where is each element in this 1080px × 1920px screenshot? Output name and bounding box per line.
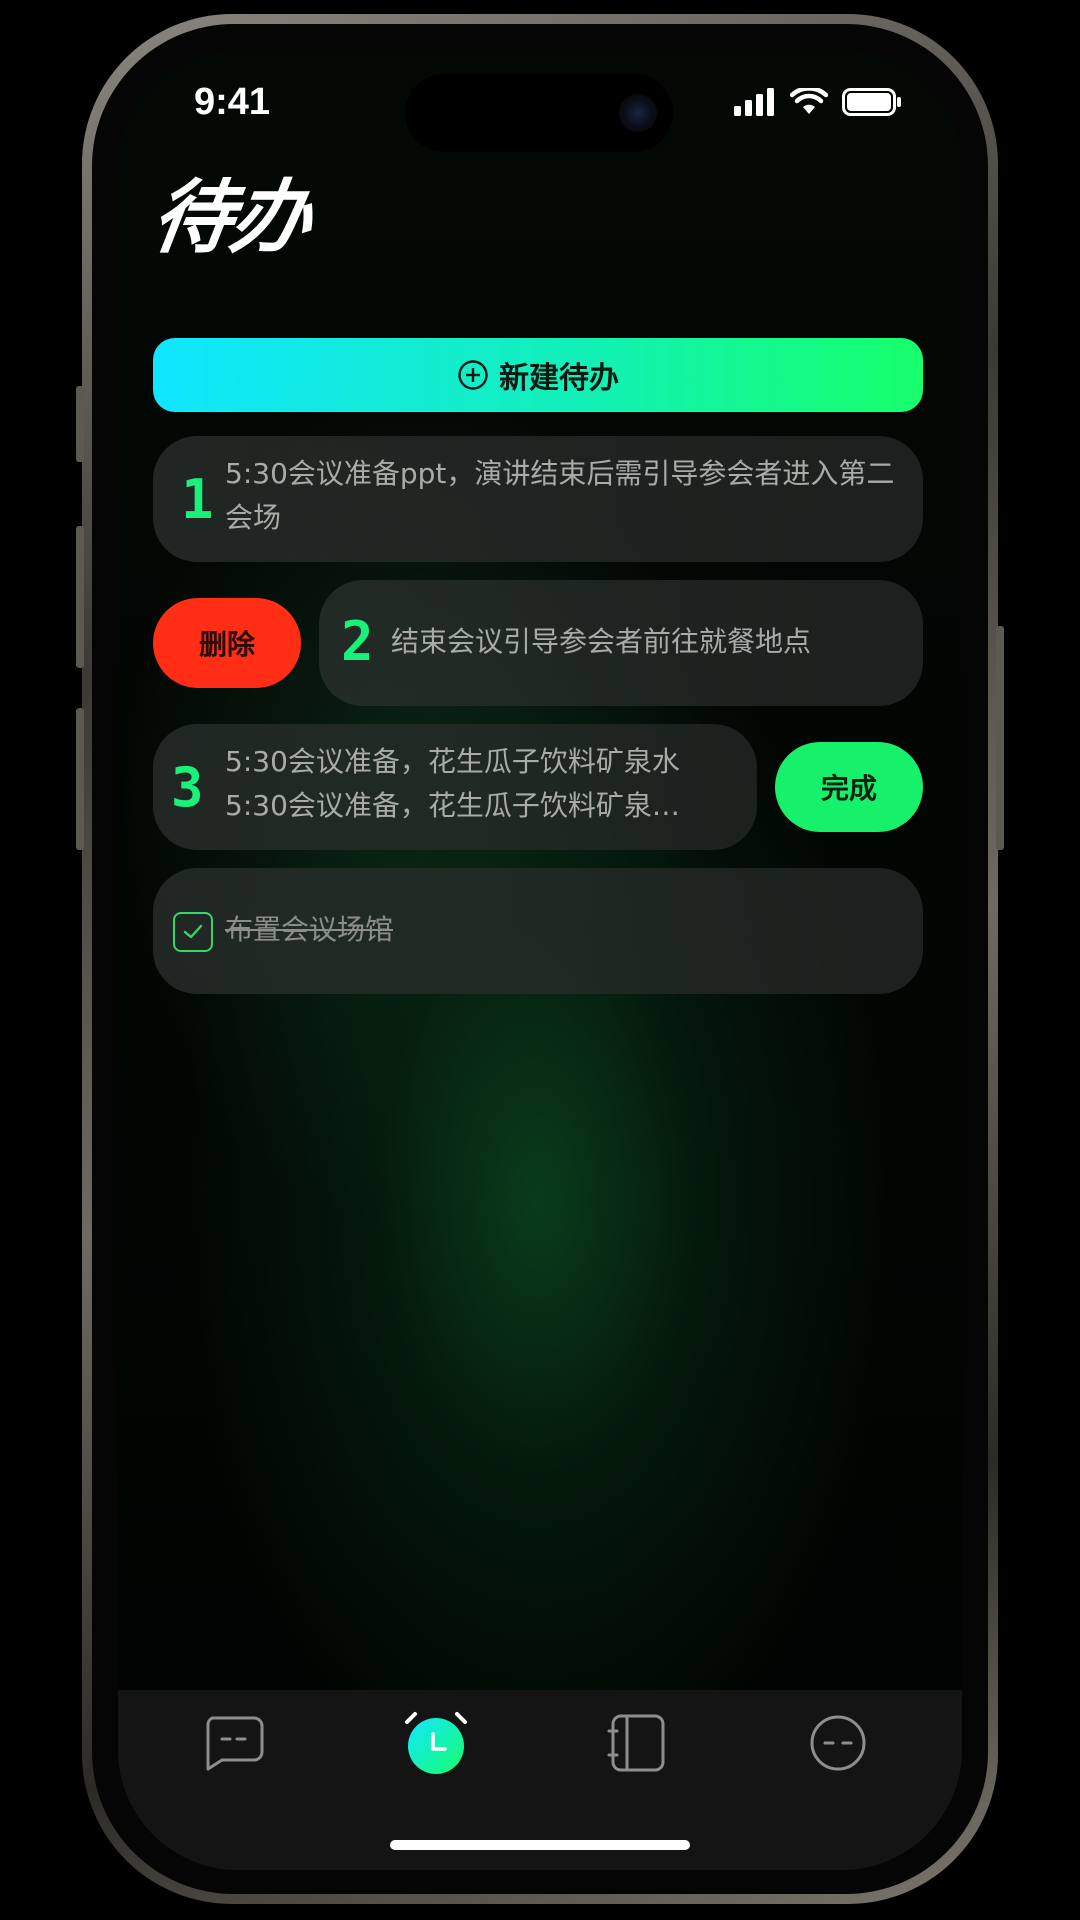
new-todo-label: 新建待办 <box>499 361 619 396</box>
volume-down-button <box>76 708 84 850</box>
stage: 9:41 待办 新建待办 1 5:30会议准备ppt，演讲结束后需引导参会者进入… <box>0 0 1080 1920</box>
complete-button[interactable]: 完成 <box>775 742 923 832</box>
dynamic-island <box>405 74 673 152</box>
power-button <box>996 626 1004 850</box>
face-icon <box>810 1715 866 1771</box>
todo-text: 布置会议场馆 <box>225 913 394 946</box>
todo-number: 2 <box>341 610 374 673</box>
cellular-signal-icon <box>734 88 774 116</box>
tab-profile[interactable] <box>803 1708 873 1778</box>
todo-number: 3 <box>171 756 204 819</box>
action-button <box>76 386 84 462</box>
page-title: 待办 <box>146 171 316 264</box>
screen: 9:41 待办 新建待办 1 5:30会议准备ppt，演讲结束后需引导参会者进入… <box>118 50 962 1870</box>
todo-item-1[interactable]: 1 5:30会议准备ppt，演讲结束后需引导参会者进入第二会场 <box>153 436 923 562</box>
todo-item-3[interactable]: 3 5:30会议准备，花生瓜子饮料矿泉水 5:30会议准备，花生瓜子饮料矿泉… <box>153 724 757 850</box>
volume-up-button <box>76 526 84 668</box>
notebook-icon <box>607 1714 665 1772</box>
todo-text: 结束会议引导参会者前往就餐地点 <box>391 625 812 658</box>
todo-item-2[interactable]: 2 结束会议引导参会者前往就餐地点 <box>319 580 923 706</box>
battery-icon <box>842 88 901 116</box>
front-camera-icon <box>619 94 657 132</box>
alarm-clock-icon <box>405 1712 467 1774</box>
todo-text-line-1: 5:30会议准备，花生瓜子饮料矿泉水 <box>225 745 680 778</box>
status-icons <box>734 86 902 118</box>
wifi-icon <box>790 88 828 114</box>
delete-button[interactable]: 删除 <box>153 598 301 688</box>
todo-text-line-2: 5:30会议准备，花生瓜子饮料矿泉… <box>225 789 680 822</box>
completed-checkbox[interactable] <box>173 912 213 952</box>
tab-notebook[interactable] <box>602 1708 672 1778</box>
todo-number: 1 <box>181 468 214 531</box>
todo-item-completed[interactable]: 布置会议场馆 <box>153 868 923 994</box>
status-time: 9:41 <box>194 81 271 123</box>
home-indicator[interactable] <box>390 1840 690 1850</box>
plus-circle-icon <box>458 360 488 390</box>
todo-text: 5:30会议准备，花生瓜子饮料矿泉水 5:30会议准备，花生瓜子饮料矿泉… <box>225 740 725 828</box>
tab-chat[interactable] <box>198 1708 268 1778</box>
todo-text: 5:30会议准备ppt，演讲结束后需引导参会者进入第二会场 <box>225 457 895 534</box>
chat-bubble-icon <box>206 1716 264 1771</box>
checkmark-icon <box>183 924 203 939</box>
tab-todo[interactable] <box>401 1708 471 1778</box>
new-todo-button[interactable]: 新建待办 <box>153 338 923 412</box>
